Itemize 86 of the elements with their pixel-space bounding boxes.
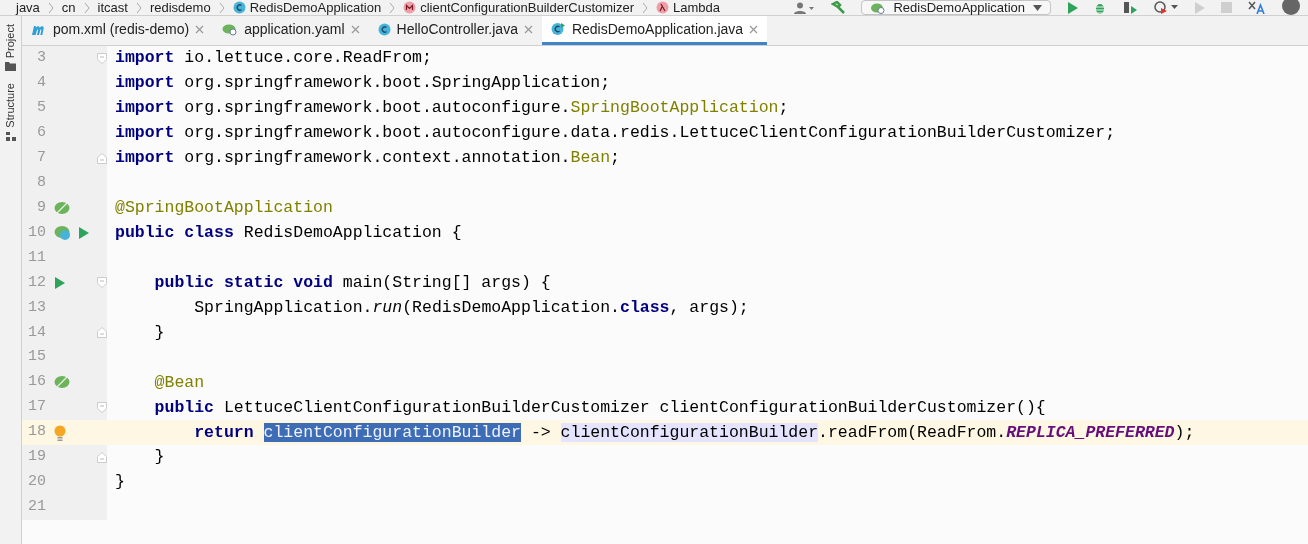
caret-icon (1033, 4, 1042, 11)
chevron-icon (389, 1, 396, 14)
line-number: 4 (36, 73, 47, 94)
code-line: @SpringBootApplication (115, 198, 333, 218)
fold-icon (97, 402, 107, 414)
chevron-icon (218, 1, 225, 14)
fold-icon (97, 277, 107, 289)
lightbulb-icon (54, 424, 66, 441)
line-number: 5 (36, 98, 47, 119)
chevron-icon (642, 1, 649, 14)
code-line: import org.springframework.context.annotation.Bean; (115, 148, 620, 168)
code-line: @Bean (153, 372, 205, 392)
tool-window-tab[interactable]: Project (2, 24, 19, 59)
code-line: public LettuceClientConfigurationBuilderCustomizer clientConfigurationBuilderCustomizer(){ (153, 397, 1046, 417)
leaf-icon (222, 22, 239, 36)
code-line: import org.springframework.boot.autoconfigure.SpringBootApplication; (115, 98, 789, 118)
close-icon (523, 24, 533, 34)
chevron-icon (47, 1, 54, 14)
code-line: import org.springframework.boot.SpringApplication; (115, 73, 611, 93)
line-number: 16 (27, 372, 47, 393)
code-line: public class RedisDemoApplication { (115, 223, 462, 243)
code-line: import io.lettuce.core.ReadFrom; (115, 48, 432, 68)
bean-icon (54, 200, 70, 216)
chevron-icon (135, 1, 142, 14)
lambda-icon (656, 1, 670, 14)
editor-tab[interactable]: HelloController.java (368, 16, 542, 45)
line-number: 11 (27, 247, 47, 268)
profiler-icon (1154, 1, 1178, 14)
run-configuration-dropdown[interactable]: RedisDemoApplication (861, 0, 1051, 15)
user-icon (793, 1, 816, 14)
folder-icon (5, 62, 16, 72)
bean-icon (54, 375, 70, 391)
line-number: 6 (36, 123, 47, 144)
line-number: 20 (27, 472, 47, 493)
line-number: 7 (36, 147, 47, 168)
structure-icon (5, 131, 16, 141)
fold-icon (97, 52, 107, 64)
coverage-icon (1122, 1, 1138, 14)
fold-icon (97, 152, 107, 164)
hammer-icon (831, 1, 846, 14)
code-line: public static void main(String[] args) { (153, 272, 551, 292)
line-number: 14 (27, 322, 47, 343)
run-icon (1067, 1, 1078, 14)
code-line: return clientConfigurationBuilder -> clientConfigurationBuilder.readFrom(ReadFrom.REPLICA_PREFERRED); (193, 422, 1195, 442)
fold-icon (97, 327, 107, 339)
line-number: 15 (27, 347, 47, 368)
line-number: 12 (27, 272, 47, 293)
class-icon (232, 1, 246, 14)
code-line: } (115, 472, 125, 492)
code-line: } (153, 447, 165, 467)
line-number: 3 (36, 48, 47, 69)
run-icon (78, 227, 89, 240)
breadcrumb-item[interactable]: itcast (97, 1, 128, 14)
method-icon (403, 1, 417, 14)
close-icon (350, 24, 360, 34)
line-number: 17 (27, 397, 47, 418)
chevron-icon (83, 1, 90, 14)
line-number: 10 (27, 222, 47, 243)
code-line: SpringApplication.run(RedisDemoApplication.class, args); (193, 297, 749, 317)
editor-tab[interactable]: RedisDemoApplication.java (541, 16, 768, 45)
leaf-icon (870, 1, 886, 14)
breadcrumb-item[interactable]: RedisDemoApplication (249, 1, 382, 14)
breadcrumb-item[interactable]: redisdemo (149, 1, 211, 14)
line-number: 13 (27, 297, 47, 318)
breadcrumb-item[interactable]: clientConfigurationBuilderCustomizer (420, 1, 635, 14)
translate-icon (1248, 1, 1266, 14)
class-icon (377, 22, 391, 36)
close-icon (749, 24, 759, 34)
line-number: 18 (27, 422, 47, 443)
spring-class-icon (54, 225, 72, 242)
breadcrumb-item[interactable]: Lambda (673, 1, 721, 14)
tool-window-tab[interactable]: Structure (2, 83, 19, 128)
breadcrumb-item[interactable]: java (16, 1, 40, 14)
fold-icon (97, 451, 107, 463)
line-number: 21 (27, 497, 47, 518)
code-line: } (153, 322, 165, 342)
breadcrumb-item[interactable]: cn (61, 1, 76, 14)
line-number: 8 (36, 172, 47, 193)
code-line: import org.springframework.boot.autoconfigure.data.redis.LettuceClientConfigurationBuilderCustomizer; (115, 123, 1116, 143)
editor-tab[interactable]: application.yaml (213, 16, 369, 45)
line-number: 9 (36, 197, 47, 218)
close-icon (195, 24, 205, 34)
class-run-icon (550, 22, 566, 36)
run-icon (54, 276, 65, 289)
line-number: 19 (27, 447, 47, 468)
editor-tab[interactable]: pom.xml (redis-demo) (22, 16, 214, 45)
